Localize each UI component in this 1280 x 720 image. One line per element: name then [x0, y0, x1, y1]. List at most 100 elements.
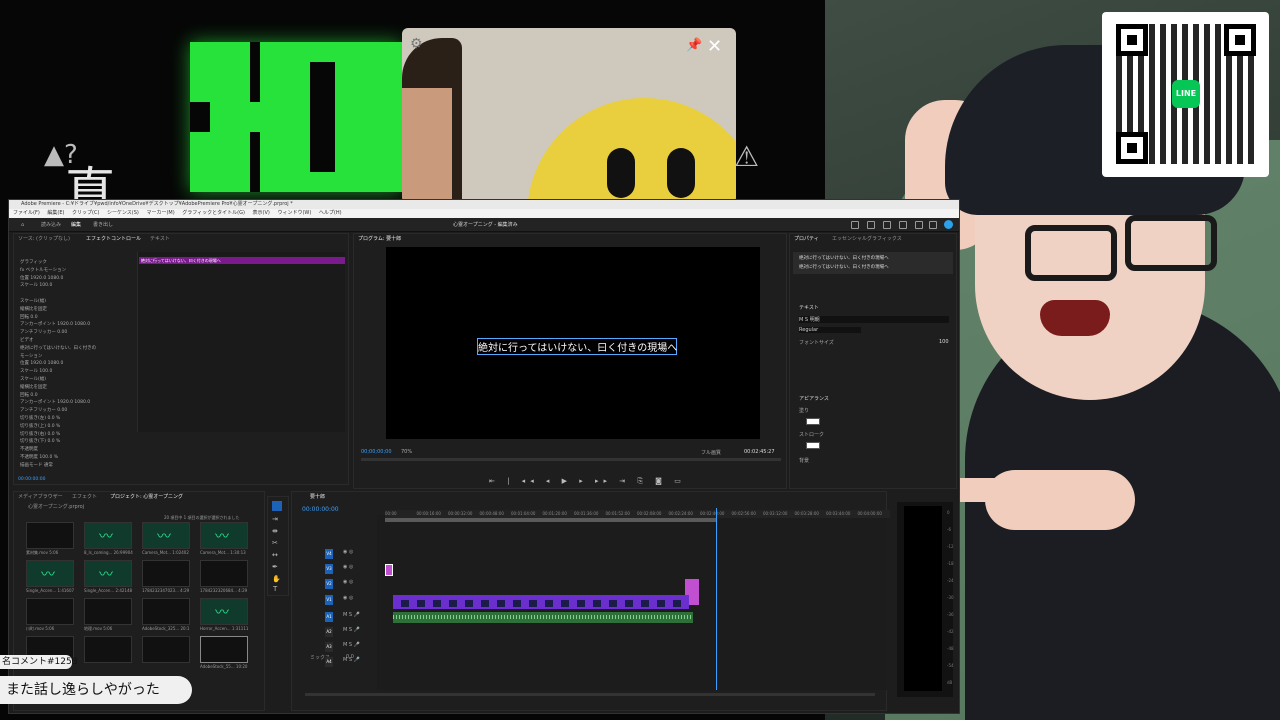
avatar[interactable]	[944, 220, 953, 229]
track-mute-solo-icon[interactable]: M S 🎤	[343, 627, 360, 633]
project-item-thumbnail[interactable]	[200, 560, 248, 587]
tab-import[interactable]: 読み込み	[41, 218, 61, 232]
effect-property-row[interactable]: 切り抜き(上) 0.0 %	[20, 424, 60, 430]
effect-property-row[interactable]: 縦横比を固定	[20, 307, 47, 313]
track-mute-solo-icon[interactable]: M S 🎤	[343, 642, 360, 648]
font-size-value[interactable]: 100	[939, 339, 949, 345]
effect-property-row[interactable]: 不透明度	[20, 447, 38, 453]
quality-select[interactable]: フル画質	[701, 449, 721, 456]
menu-clip[interactable]: クリップ(C)	[72, 210, 99, 216]
timeline-horizontal-scrollbar[interactable]	[305, 693, 875, 696]
program-timecode-in[interactable]: 00;00;00;00	[361, 449, 392, 455]
effect-property-row[interactable]: スケール 100.0	[20, 369, 52, 375]
playhead[interactable]	[716, 508, 717, 690]
effect-property-row[interactable]: 回転 0.0	[20, 393, 38, 399]
project-item-thumbnail[interactable]	[84, 522, 132, 549]
transport-controls[interactable]: ⇤ | ◂◂ ◂ ▶ ▸ ▸▸ ⇥ ⎘ ◙ ▭	[489, 477, 686, 486]
menu-graphics[interactable]: グラフィックとタイトル(G)	[182, 210, 245, 216]
effect-property-row[interactable]: 切り抜き(左) 0.0 %	[20, 416, 60, 422]
effect-timeline-clip[interactable]: 絶対に行ってはいけない、曰く付きの現場へ	[139, 257, 345, 264]
stroke-color-swatch[interactable]	[806, 442, 820, 449]
settings-icon[interactable]	[899, 221, 907, 229]
effect-property-row[interactable]: グラフィック	[20, 260, 47, 266]
effect-property-row[interactable]: アンカーポイント 1920.0 1080.0	[20, 322, 90, 328]
tab-edit[interactable]: 編集	[71, 218, 81, 232]
effect-property-row[interactable]: 位置 1920.0 1080.0	[20, 361, 63, 367]
project-item-thumbnail[interactable]	[142, 598, 190, 625]
tab-project[interactable]: プロジェクト: 心霊オープニング	[110, 492, 183, 503]
menu-edit[interactable]: 編集(E)	[47, 210, 64, 216]
video-clip-v1[interactable]	[393, 595, 689, 609]
work-area-bar[interactable]	[385, 518, 716, 522]
maximize-icon[interactable]	[929, 221, 937, 229]
timeline-timecode[interactable]: 00:00:00:00	[302, 504, 339, 515]
track-target-v4[interactable]: V4	[325, 549, 333, 559]
track-visibility-icon[interactable]: ◉ ◎	[343, 579, 353, 585]
program-subtitle[interactable]: 絶対に行ってはいけない、曰く付きの現場へ	[477, 338, 677, 355]
track-target-a4[interactable]: A4	[325, 657, 333, 667]
camera-window[interactable]	[402, 28, 736, 203]
effect-property-row[interactable]: ビデオ	[20, 338, 34, 344]
appearance-section-header[interactable]: アピアランス	[799, 395, 829, 402]
effect-property-row[interactable]: 不透明度 100.0 %	[20, 455, 58, 461]
pen-icon[interactable]: ✒	[272, 563, 278, 571]
selection-tool-icon[interactable]	[272, 501, 282, 511]
layout-icon[interactable]	[883, 221, 891, 229]
track-target-a1[interactable]: A1	[325, 612, 333, 622]
text-layer-list[interactable]: 絶対に行ってはいけない、曰く付きの現場へ 絶対に行ってはいけない、曰く付きの現場…	[793, 252, 953, 274]
project-item-thumbnail[interactable]	[142, 560, 190, 587]
ripple-edit-icon[interactable]: ⇼	[272, 527, 278, 535]
menu-sequence[interactable]: シーケンス(S)	[107, 210, 139, 216]
effect-property-row[interactable]: 縦横比を固定	[20, 385, 47, 391]
track-select-icon[interactable]: ⇥	[272, 515, 278, 523]
effect-property-row[interactable]: スケール(幅)	[20, 377, 46, 383]
track-visibility-icon[interactable]: ◉ ◎	[343, 549, 353, 555]
tab-effect-controls[interactable]: エフェクトコントロール	[86, 234, 141, 245]
effect-property-row[interactable]: スケール 100.0	[20, 283, 52, 289]
project-item-thumbnail[interactable]	[84, 636, 132, 663]
home-icon[interactable]: ⌂	[21, 218, 24, 232]
minimize-icon[interactable]	[915, 221, 923, 229]
project-item-thumbnail[interactable]	[200, 598, 248, 625]
tab-properties[interactable]: プロパティ	[794, 234, 819, 245]
project-item-thumbnail[interactable]	[84, 560, 132, 587]
effect-property-row[interactable]: アンチフリッカー 0.00	[20, 330, 67, 336]
track-visibility-icon[interactable]: ◉ ◎	[343, 595, 353, 601]
tab-essential-graphics[interactable]: エッセンシャルグラフィックス	[832, 234, 902, 245]
effect-property-row[interactable]: アンチフリッカー 0.00	[20, 408, 67, 414]
gear-icon[interactable]: ⚙	[410, 36, 423, 52]
effect-property-row[interactable]: 位置 1920.0 1080.0	[20, 276, 63, 282]
effect-property-row[interactable]: 回転 0.0	[20, 315, 38, 321]
effect-property-row[interactable]: 切り抜き(右) 0.0 %	[20, 432, 60, 438]
project-item-thumbnail[interactable]	[200, 522, 248, 549]
font-style-select[interactable]: Regular	[799, 327, 861, 333]
audio-clip-a1[interactable]	[393, 612, 693, 623]
menu-marker[interactable]: マーカー(M)	[146, 210, 174, 216]
track-mute-solo-icon[interactable]: M S 🎤	[343, 612, 360, 618]
project-item-thumbnail[interactable]	[142, 636, 190, 663]
project-item-thumbnail[interactable]	[26, 560, 74, 587]
effect-property-row[interactable]: fx ベクトルモーション	[20, 268, 66, 274]
close-icon[interactable]: ✕	[707, 36, 722, 57]
project-item-thumbnail[interactable]	[200, 636, 248, 663]
text-section-header[interactable]: テキスト	[799, 304, 819, 311]
tab-program[interactable]: プログラム: 要十郎	[358, 234, 401, 245]
track-visibility-icon[interactable]: ◉ ◎	[343, 564, 353, 570]
tab-sequence[interactable]: 要十郎	[310, 492, 325, 503]
menu-file[interactable]: ファイル(F)	[13, 210, 40, 216]
menu-view[interactable]: 表示(V)	[253, 210, 270, 216]
type-tool-icon[interactable]: T	[273, 585, 277, 593]
track-target-v3[interactable]: V3	[325, 564, 333, 574]
effect-property-row[interactable]: 切り抜き(下) 0.0 %	[20, 439, 60, 445]
font-select[interactable]: M S 明朝	[799, 316, 949, 323]
project-item-thumbnail[interactable]	[142, 522, 190, 549]
window-icon[interactable]	[867, 221, 875, 229]
program-scrub-bar[interactable]	[361, 458, 781, 461]
hand-icon[interactable]: ✋	[272, 575, 281, 583]
track-target-a2[interactable]: A2	[325, 627, 333, 637]
effect-property-row[interactable]: 絶対に行ってはいけない、曰く付きの	[20, 346, 96, 352]
effect-property-row[interactable]: 描画モード 通常	[20, 463, 53, 469]
menu-window[interactable]: ウィンドウ(W)	[277, 210, 311, 216]
effect-property-row[interactable]: スケール(幅)	[20, 299, 46, 305]
effect-property-row[interactable]: モーション	[20, 354, 42, 360]
